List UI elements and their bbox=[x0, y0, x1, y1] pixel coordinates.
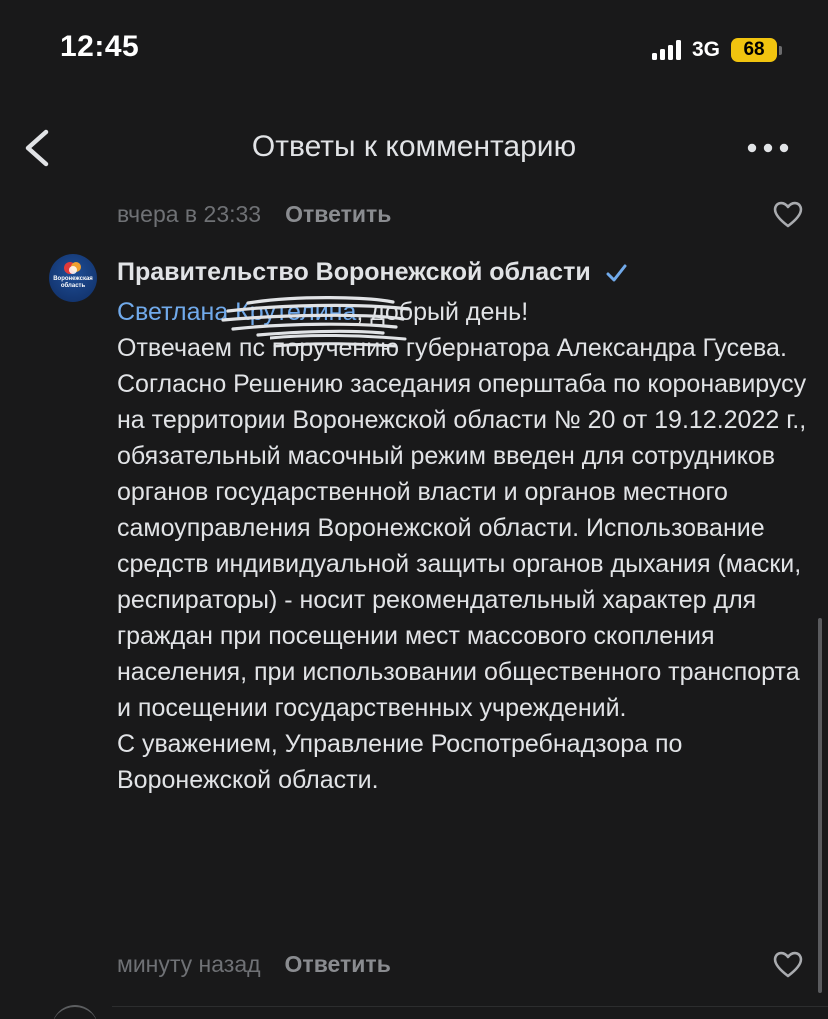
previous-comment-time: вчера в 23:33 bbox=[117, 200, 262, 227]
avatar-text: Воронежская область bbox=[53, 276, 93, 289]
more-horizontal-icon[interactable] bbox=[746, 140, 790, 156]
next-comment-avatar bbox=[52, 1005, 98, 1019]
status-time: 12:45 bbox=[60, 30, 140, 63]
verified-check-icon bbox=[606, 264, 627, 281]
divider bbox=[112, 1006, 828, 1007]
previous-comment-meta: вчера в 23:33 Ответить bbox=[117, 197, 804, 231]
status-icons: 3G 68 bbox=[652, 36, 783, 64]
signal-icon bbox=[652, 40, 681, 60]
page-title: Ответы к комментарию bbox=[251, 130, 577, 163]
comment-meta: минуту назад Ответить bbox=[117, 947, 804, 981]
heart-icon[interactable] bbox=[772, 949, 804, 979]
scrollbar[interactable] bbox=[818, 618, 822, 993]
comment-text: Светлана Крутелина, добрый день! Отвечае… bbox=[117, 294, 807, 798]
battery-level: 68 bbox=[731, 38, 778, 62]
comment-author[interactable]: Правительство Воронежской области bbox=[117, 258, 591, 287]
reply-button[interactable]: Ответить bbox=[285, 201, 391, 228]
comment-body: Согласно Решению заседания оперштаба по … bbox=[117, 370, 807, 722]
network-label: 3G bbox=[692, 38, 721, 61]
comment-author-row: Правительство Воронежской области bbox=[117, 258, 627, 287]
reply-button[interactable]: Ответить bbox=[285, 951, 391, 978]
redaction-scribble-2 bbox=[270, 333, 407, 348]
heart-icon[interactable] bbox=[772, 199, 804, 229]
comment-time: минуту назад bbox=[117, 950, 261, 977]
avatar-logo-icon bbox=[64, 262, 81, 274]
comment-signature: С уважением, Управление Роспотребнадзора… bbox=[117, 730, 683, 794]
author-avatar[interactable]: Воронежская область bbox=[49, 254, 97, 302]
battery-icon: 68 bbox=[731, 38, 783, 62]
screen: 12:45 3G 68 Ответы к комментарию вчера в… bbox=[0, 0, 828, 1019]
